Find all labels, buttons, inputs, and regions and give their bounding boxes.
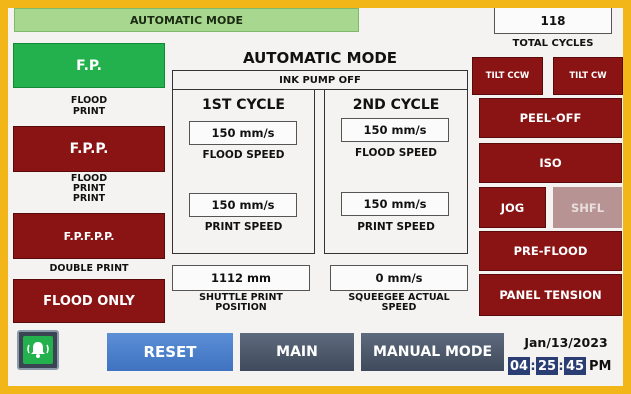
total-cycles-display: 118 bbox=[494, 8, 612, 34]
jog-button[interactable]: JOG bbox=[479, 187, 546, 228]
time-hour: 04 bbox=[508, 357, 530, 375]
squeegee-speed-label: SQUEEGEE ACTUAL SPEED bbox=[348, 292, 450, 313]
mode-bar: AUTOMATIC MODE bbox=[14, 8, 359, 32]
pre-flood-button[interactable]: PRE-FLOOD bbox=[479, 231, 622, 271]
flood-only-button[interactable]: FLOOD ONLY bbox=[13, 279, 165, 323]
fpfpp-caption: DOUBLE PRINT bbox=[49, 263, 129, 274]
iso-button[interactable]: ISO bbox=[479, 143, 622, 183]
cycle2-print-speed-field[interactable]: 150 mm/s bbox=[341, 192, 449, 216]
fp-caption: FLOOD PRINT bbox=[70, 95, 108, 117]
main-button[interactable]: MAIN bbox=[240, 333, 354, 371]
ink-pump-status: INK PUMP OFF bbox=[172, 70, 468, 90]
date-display: Jan/13/2023 bbox=[524, 335, 608, 350]
cycle1-flood-speed-label: FLOOD SPEED bbox=[202, 149, 285, 161]
tilt-cw-button[interactable]: TILT CW bbox=[553, 57, 623, 95]
alarm-bell-icon bbox=[23, 336, 53, 364]
panel-tension-button[interactable]: PANEL TENSION bbox=[479, 274, 622, 316]
fpp-caption: FLOOD PRINT PRINT bbox=[70, 173, 108, 204]
shfl-button[interactable]: SHFL bbox=[553, 187, 622, 228]
time-display: 04 : 25 : 45 PM bbox=[508, 356, 623, 376]
reset-button[interactable]: RESET bbox=[107, 333, 233, 371]
hmi-frame: AUTOMATIC MODE 118 TOTAL CYCLES F.P. FLO… bbox=[0, 0, 631, 394]
time-second: 45 bbox=[564, 357, 586, 375]
cycle2-print-speed-label: PRINT SPEED bbox=[357, 221, 435, 233]
hmi-screen: AUTOMATIC MODE 118 TOTAL CYCLES F.P. FLO… bbox=[8, 8, 623, 386]
cycle1-flood-speed-field[interactable]: 150 mm/s bbox=[189, 121, 297, 145]
fpfpp-button[interactable]: F.P.F.P.P. bbox=[13, 213, 165, 259]
manual-mode-button[interactable]: MANUAL MODE bbox=[361, 333, 504, 371]
cycle1-print-speed-field[interactable]: 150 mm/s bbox=[189, 193, 297, 217]
total-cycles-label: TOTAL CYCLES bbox=[512, 38, 594, 49]
alarm-button[interactable] bbox=[17, 330, 59, 370]
cycle1-title: 1ST CYCLE bbox=[202, 97, 285, 113]
tilt-ccw-button[interactable]: TILT CCW bbox=[472, 57, 543, 95]
cycle2-title: 2ND CYCLE bbox=[352, 97, 440, 113]
cycle2-flood-speed-field[interactable]: 150 mm/s bbox=[341, 118, 449, 142]
shuttle-position-label: SHUTTLE PRINT POSITION bbox=[199, 292, 283, 313]
fpp-button[interactable]: F.P.P. bbox=[13, 126, 165, 172]
peel-off-button[interactable]: PEEL-OFF bbox=[479, 98, 622, 138]
cycle1-print-speed-label: PRINT SPEED bbox=[204, 221, 283, 233]
fp-button[interactable]: F.P. bbox=[13, 43, 165, 88]
center-title: AUTOMATIC MODE bbox=[242, 49, 398, 67]
cycle2-flood-speed-label: FLOOD SPEED bbox=[354, 147, 438, 159]
shuttle-position-display: 1112 mm bbox=[172, 265, 310, 291]
time-ampm: PM bbox=[589, 358, 612, 374]
squeegee-speed-display: 0 mm/s bbox=[330, 265, 468, 291]
time-minute: 25 bbox=[536, 357, 558, 375]
